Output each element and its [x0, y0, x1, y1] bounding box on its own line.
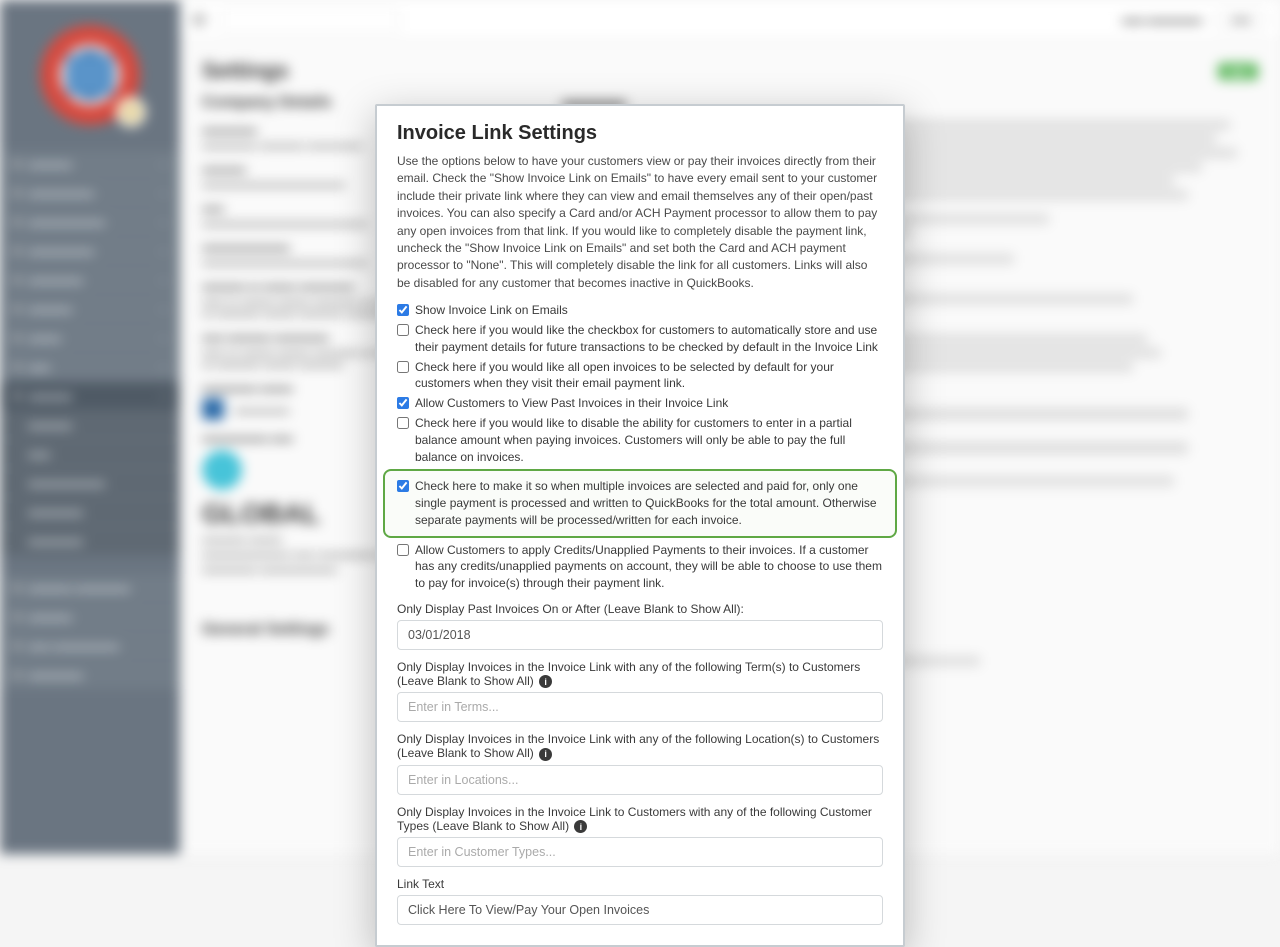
- checkbox-input[interactable]: [397, 324, 409, 336]
- checkbox-show-invoice-link[interactable]: Show Invoice Link on Emails: [397, 302, 883, 319]
- customer-types-label: Only Display Invoices in the Invoice Lin…: [397, 805, 883, 833]
- checkbox-input[interactable]: [397, 361, 409, 373]
- locations-input[interactable]: [397, 765, 883, 795]
- past-date-input[interactable]: [397, 620, 883, 650]
- app-logo: [40, 25, 140, 125]
- invoice-link-settings-modal: Invoice Link Settings Use the options be…: [375, 104, 905, 947]
- checkbox-input[interactable]: [397, 397, 409, 409]
- modal-title: Invoice Link Settings: [397, 122, 883, 145]
- checkbox-apply-credits[interactable]: Allow Customers to apply Credits/Unappli…: [397, 542, 883, 592]
- search-input: [220, 9, 400, 31]
- link-text-input[interactable]: [397, 895, 883, 925]
- locations-label: Only Display Invoices in the Invoice Lin…: [397, 732, 883, 760]
- checkbox-label: Allow Customers to apply Credits/Unappli…: [415, 542, 883, 592]
- info-icon[interactable]: i: [539, 675, 552, 688]
- checkbox-view-past-invoices[interactable]: Allow Customers to View Past Invoices in…: [397, 395, 883, 412]
- checkbox-label: Check here if you would like to disable …: [415, 415, 883, 465]
- info-icon[interactable]: i: [574, 820, 587, 833]
- info-icon[interactable]: i: [539, 748, 552, 761]
- checkbox-label: Check here to make it so when multiple i…: [415, 478, 883, 528]
- checkbox-auto-store-payment[interactable]: Check here if you would like the checkbo…: [397, 322, 883, 356]
- page-title: Settings: [202, 58, 289, 84]
- topbar: ▬▬ ▬▬▬▬▬ ▬▬: [180, 0, 1280, 40]
- username: ▬▬ ▬▬▬▬▬: [1122, 14, 1202, 26]
- past-date-label: Only Display Past Invoices On or After (…: [397, 602, 883, 616]
- checkbox-label: Check here if you would like the checkbo…: [415, 322, 883, 356]
- checkbox-single-payment[interactable]: Check here to make it so when multiple i…: [397, 478, 883, 528]
- status-badge: ▬▬: [1218, 63, 1258, 80]
- checkbox-label: Allow Customers to View Past Invoices in…: [415, 395, 728, 412]
- terms-input[interactable]: [397, 692, 883, 722]
- checkbox-label: Show Invoice Link on Emails: [415, 302, 568, 319]
- sidebar-nav: ▬▬▬▬▸ ▬▬▬▬▬▬▸ ▬▬▬▬▬▬▬▸ ▬▬▬▬▬▬▸ ▬▬▬▬▬▸ ▬▬…: [0, 150, 180, 690]
- customer-types-input[interactable]: [397, 837, 883, 867]
- checkbox-input[interactable]: [397, 544, 409, 556]
- link-text-label: Link Text: [397, 877, 883, 891]
- terms-label: Only Display Invoices in the Invoice Lin…: [397, 660, 883, 688]
- highlighted-option: Check here to make it so when multiple i…: [383, 469, 897, 537]
- header-button: ▬▬: [1214, 10, 1268, 29]
- menu-icon: [192, 14, 206, 25]
- checkbox-select-all-default[interactable]: Check here if you would like all open in…: [397, 359, 883, 393]
- modal-description: Use the options below to have your custo…: [397, 153, 883, 292]
- checkbox-disable-partial[interactable]: Check here if you would like to disable …: [397, 415, 883, 465]
- checkbox-input[interactable]: [397, 480, 409, 492]
- checkbox-input[interactable]: [397, 417, 409, 429]
- sidebar: ▬▬▬▬▸ ▬▬▬▬▬▬▸ ▬▬▬▬▬▬▬▸ ▬▬▬▬▬▬▸ ▬▬▬▬▬▸ ▬▬…: [0, 0, 180, 854]
- checkbox-label: Check here if you would like all open in…: [415, 359, 883, 393]
- checkbox-input[interactable]: [397, 304, 409, 316]
